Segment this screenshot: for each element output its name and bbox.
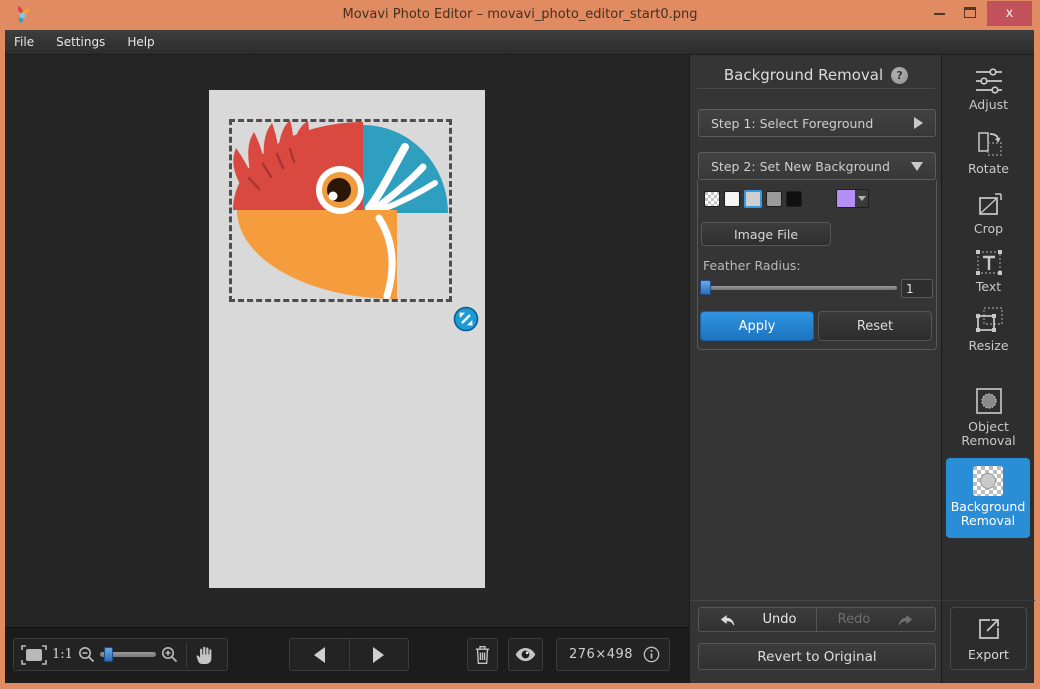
revert-to-original-button[interactable]: Revert to Original: [698, 643, 936, 670]
undo-label: Undo: [763, 612, 797, 627]
resize-icon: [974, 306, 1004, 335]
step2-label: Step 2: Set New Background: [711, 159, 890, 174]
tool-resize-label: Resize: [968, 339, 1008, 353]
tools-sidebar: Adjust Rotate Crop Text R: [941, 55, 1034, 683]
window-title: Movavi Photo Editor – movavi_photo_edito…: [0, 0, 1040, 28]
minimize-button[interactable]: [934, 13, 945, 15]
swatch-black[interactable]: [786, 191, 802, 207]
export-icon: [976, 616, 1002, 642]
zoom-ratio-label[interactable]: 1:1: [52, 647, 73, 662]
swatch-transparent[interactable]: [704, 191, 720, 207]
redo-label: Redo: [838, 612, 871, 627]
export-label: Export: [968, 647, 1009, 662]
undo-icon: [719, 612, 737, 627]
next-arrow-icon: [373, 647, 384, 663]
adjust-icon: [974, 68, 1004, 94]
step2-content: Image File Feather Radius: 1 Apply Reset: [697, 180, 937, 350]
tool-object-removal[interactable]: Object Removal: [942, 386, 1035, 449]
object-removal-icon: [974, 386, 1004, 416]
chevron-down-icon: [911, 162, 923, 171]
close-button[interactable]: x: [987, 1, 1032, 26]
panel-title: Background Removal: [724, 66, 883, 84]
swatch-light-gray-selected[interactable]: [744, 190, 762, 208]
tool-text-label: Text: [976, 280, 1001, 294]
chevron-right-icon: [914, 117, 923, 129]
info-icon[interactable]: [643, 646, 660, 663]
dropdown-arrow-icon: [858, 196, 866, 201]
image-navigation-group: [289, 638, 409, 671]
redo-button[interactable]: Redo: [817, 608, 935, 631]
tool-resize[interactable]: Resize: [942, 306, 1035, 353]
delete-image-button[interactable]: [467, 638, 498, 671]
background-swatch-row: [704, 190, 869, 207]
previous-arrow-icon: [314, 647, 325, 663]
background-removal-panel: Background Removal ? Step 1: Select Fore…: [689, 55, 941, 683]
zoom-slider-handle[interactable]: [104, 647, 113, 662]
titlebar: Movavi Photo Editor – movavi_photo_edito…: [0, 0, 1040, 30]
tool-adjust-label: Adjust: [969, 98, 1008, 112]
crop-icon: [975, 192, 1003, 218]
feather-slider-handle[interactable]: [700, 280, 711, 295]
feather-value-field[interactable]: 1: [901, 279, 933, 298]
tool-crop-label: Crop: [974, 222, 1003, 236]
step1-header[interactable]: Step 1: Select Foreground: [698, 109, 936, 137]
step1-label: Step 1: Select Foreground: [711, 116, 873, 131]
eye-icon: [515, 647, 536, 662]
toolbar-divider: [186, 643, 187, 667]
zoom-slider[interactable]: [100, 652, 156, 657]
rotate-icon: [974, 131, 1004, 158]
zoom-controls-group: 1:1: [13, 638, 228, 671]
fit-to-screen-icon[interactable]: [21, 645, 47, 665]
text-icon: [975, 249, 1003, 276]
undo-button[interactable]: Undo: [699, 608, 817, 631]
selection-rectangle[interactable]: [229, 119, 452, 302]
feather-radius-label: Feather Radius:: [703, 258, 801, 273]
app-window: { "titlebar": { "title": "Movavi Photo E…: [0, 0, 1040, 689]
image-size-box: 276×498: [556, 638, 670, 671]
redo-icon: [896, 612, 914, 627]
tool-adjust[interactable]: Adjust: [942, 68, 1035, 112]
tool-object-removal-label: Object Removal: [954, 420, 1024, 449]
sidebar-separator: [942, 600, 1035, 601]
custom-color-swatch[interactable]: [837, 190, 855, 207]
background-removal-icon: [973, 466, 1003, 496]
step2-header[interactable]: Step 2: Set New Background: [698, 152, 936, 180]
tool-background-removal-label: Background Removal: [948, 500, 1028, 529]
image-size-label: 276×498: [569, 647, 633, 662]
apply-button[interactable]: Apply: [700, 311, 814, 341]
help-icon[interactable]: ?: [891, 67, 908, 84]
tool-background-removal-selected[interactable]: Background Removal: [946, 458, 1030, 538]
next-image-button[interactable]: [349, 639, 408, 670]
tool-text[interactable]: Text: [942, 249, 1035, 294]
maximize-button[interactable]: [964, 7, 976, 18]
trash-icon: [474, 645, 491, 665]
tool-rotate-label: Rotate: [968, 162, 1009, 176]
custom-color-combo[interactable]: [836, 189, 869, 208]
swatch-white[interactable]: [724, 191, 740, 207]
resize-handle[interactable]: [453, 306, 479, 332]
menu-file[interactable]: File: [5, 30, 45, 54]
panel-bottom-separator: [690, 600, 942, 601]
panel-separator: [697, 88, 935, 89]
zoom-out-icon[interactable]: [78, 646, 95, 663]
panel-header: Background Removal ?: [690, 62, 942, 88]
menu-help[interactable]: Help: [116, 30, 165, 54]
app-logo-icon: [13, 5, 32, 24]
menubar: File Settings Help: [5, 30, 1034, 55]
undo-redo-group: Undo Redo: [698, 607, 936, 632]
hand-tool-icon[interactable]: [195, 644, 214, 665]
bottom-toolbar: 1:1: [5, 627, 689, 683]
image-file-button[interactable]: Image File: [701, 222, 831, 246]
menu-settings[interactable]: Settings: [45, 30, 116, 54]
zoom-in-icon[interactable]: [161, 646, 178, 663]
export-button[interactable]: Export: [950, 607, 1027, 670]
custom-color-dropdown[interactable]: [855, 190, 868, 207]
previous-image-button[interactable]: [290, 639, 349, 670]
feather-slider[interactable]: [702, 286, 897, 290]
reset-button[interactable]: Reset: [818, 311, 932, 341]
tool-crop[interactable]: Crop: [942, 192, 1035, 236]
swatch-gray[interactable]: [766, 191, 782, 207]
show-original-button[interactable]: [508, 638, 543, 671]
tool-rotate[interactable]: Rotate: [942, 131, 1035, 176]
